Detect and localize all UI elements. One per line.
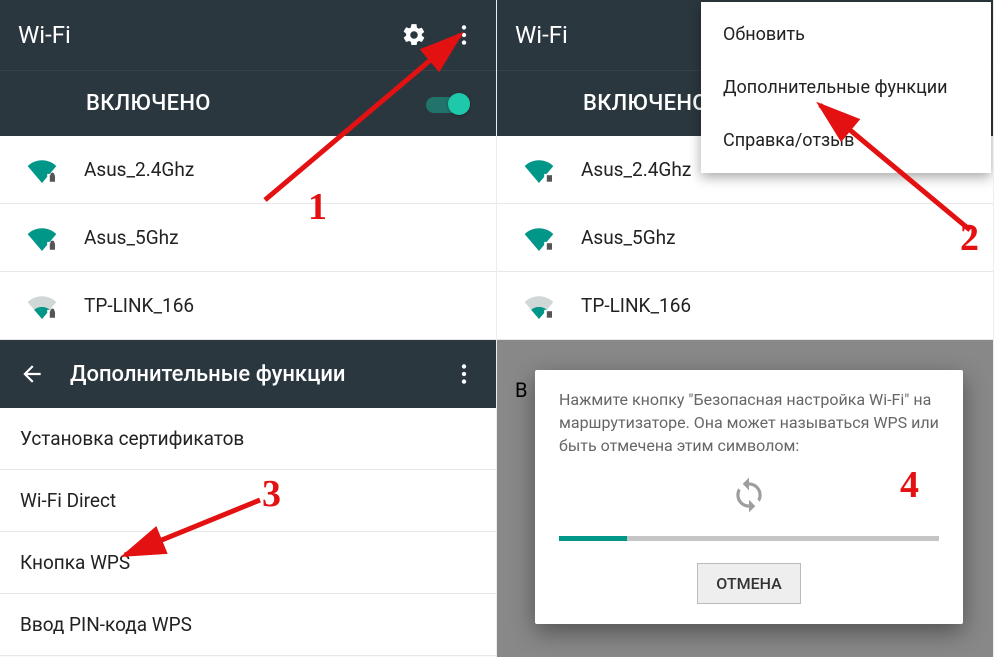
more-vert-icon[interactable]	[450, 21, 478, 49]
page-title: Дополнительные функции	[70, 362, 345, 387]
network-name: Asus_5Ghz	[84, 226, 179, 249]
wifi-signal-icon	[26, 293, 58, 319]
wifi-signal-icon	[26, 225, 58, 251]
gear-icon[interactable]	[400, 21, 428, 49]
more-vert-icon[interactable]	[450, 360, 478, 388]
network-name: TP-LINK_166	[84, 294, 194, 317]
wifi-enabled-bar: ВКЛЮЧЕНО	[0, 70, 496, 136]
network-list: Asus_2.4Ghz Asus_5Ghz TP-LINK_166	[0, 136, 496, 340]
wifi-signal-icon	[523, 157, 555, 183]
wifi-signal-icon	[523, 293, 555, 319]
menu-item-advanced[interactable]: Дополнительные функции	[701, 61, 991, 114]
network-name: Asus_2.4Ghz	[581, 158, 691, 181]
option-wifi-direct[interactable]: Wi-Fi Direct	[0, 470, 496, 532]
network-row[interactable]: TP-LINK_166	[0, 272, 496, 340]
panel-wifi-main: Wi-Fi ВКЛЮЧЕНО Asus_2.4Ghz	[0, 0, 497, 340]
app-bar: Wi-Fi	[0, 0, 496, 70]
menu-item-help[interactable]: Справка/отзыв	[701, 114, 991, 167]
enabled-label: ВКЛЮЧЕНО	[86, 91, 211, 116]
panel-wifi-menu: Wi-Fi ВКЛЮЧЕНО Asus_2.4Ghz Asus_5Ghz	[497, 0, 994, 340]
wps-refresh-icon	[559, 476, 939, 514]
network-name: Asus_2.4Ghz	[84, 158, 194, 181]
network-row[interactable]: TP-LINK_166	[497, 272, 993, 340]
panel-advanced: Дополнительные функции Установка сертифи…	[0, 340, 497, 657]
background-letter: В	[515, 378, 527, 402]
overflow-menu: Обновить Дополнительные функции Справка/…	[701, 2, 991, 173]
wifi-signal-icon	[26, 157, 58, 183]
progress-bar	[559, 536, 939, 541]
cancel-button[interactable]: ОТМЕНА	[697, 563, 801, 604]
enabled-label: ВКЛЮЧЕНО	[583, 91, 708, 116]
app-bar: Дополнительные функции	[0, 340, 496, 408]
dialog-message: Нажмите кнопку "Безопасная настройка Wi-…	[559, 388, 939, 458]
option-install-certs[interactable]: Установка сертификатов	[0, 408, 496, 470]
option-wps-button[interactable]: Кнопка WPS	[0, 532, 496, 594]
option-wps-pin[interactable]: Ввод PIN-кода WPS	[0, 594, 496, 656]
wifi-signal-icon	[523, 225, 555, 251]
network-name: TP-LINK_166	[581, 294, 691, 317]
network-row[interactable]: Asus_5Ghz	[497, 204, 993, 272]
wps-dialog: Нажмите кнопку "Безопасная настройка Wi-…	[535, 370, 963, 624]
page-title: Wi-Fi	[515, 21, 568, 49]
panel-wps-dialog: В Нажмите кнопку "Безопасная настройка W…	[497, 340, 994, 657]
menu-item-refresh[interactable]: Обновить	[701, 8, 991, 61]
network-name: Asus_5Ghz	[581, 226, 676, 249]
options-list: Установка сертификатов Wi-Fi Direct Кноп…	[0, 408, 496, 656]
network-row[interactable]: Asus_5Ghz	[0, 204, 496, 272]
page-title: Wi-Fi	[18, 21, 71, 49]
back-arrow-icon[interactable]	[18, 360, 46, 388]
network-row[interactable]: Asus_2.4Ghz	[0, 136, 496, 204]
wifi-toggle[interactable]	[426, 91, 470, 117]
